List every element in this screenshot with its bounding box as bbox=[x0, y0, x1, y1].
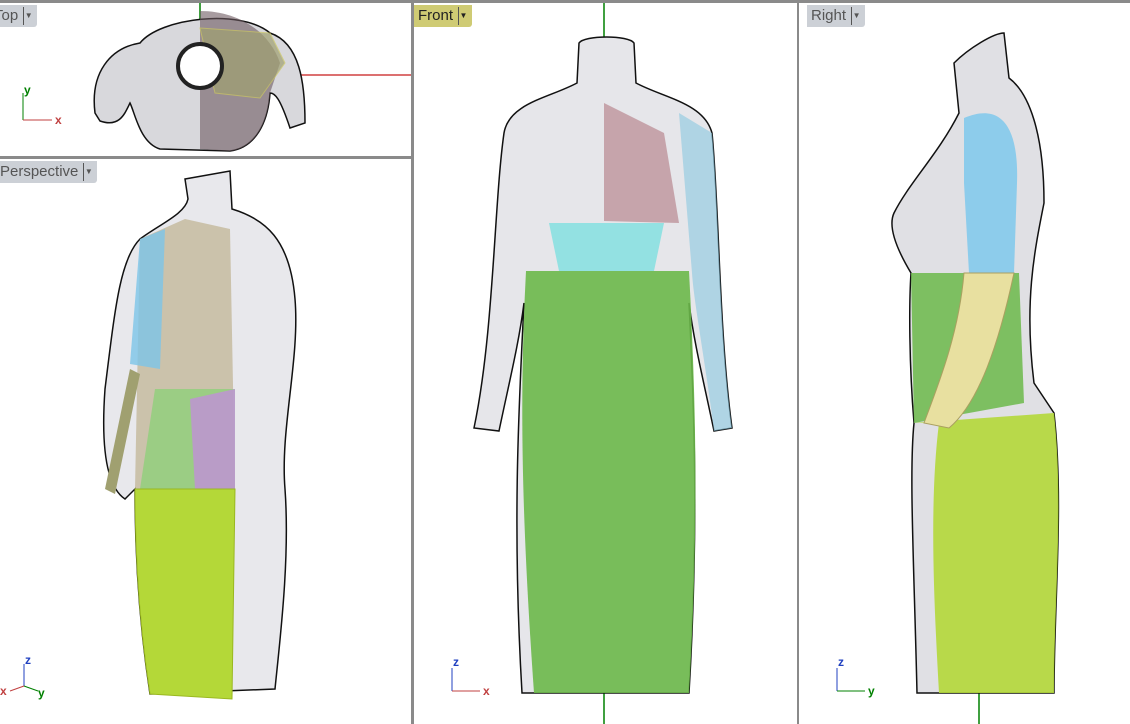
perspective-view-model bbox=[102, 170, 297, 700]
axis-widget bbox=[9, 664, 39, 692]
axis-x-label: x bbox=[483, 684, 490, 698]
axis-y-label: y bbox=[24, 83, 31, 97]
axis-widget bbox=[836, 668, 865, 692]
axis-z-label: z bbox=[838, 655, 844, 669]
axis-x-label: x bbox=[55, 113, 62, 127]
viewport-right[interactable]: Right ▼ z y bbox=[799, 3, 1130, 724]
axis-z-label: z bbox=[25, 653, 31, 667]
axis-widget bbox=[22, 93, 52, 121]
axis-x-label: x bbox=[0, 684, 7, 698]
axis-y-label: y bbox=[868, 684, 875, 698]
axis-widget bbox=[451, 668, 480, 692]
axis-z-label: z bbox=[453, 655, 459, 669]
dropdown-arrow-icon[interactable]: ▼ bbox=[83, 163, 93, 181]
viewport-perspective[interactable]: Perspective ▼ z x y bbox=[0, 159, 411, 724]
viewport-front[interactable]: Front ▼ z x bbox=[414, 3, 797, 724]
viewport-top[interactable]: Top▼ y x bbox=[0, 3, 411, 156]
axis-y-label: y bbox=[38, 686, 45, 700]
